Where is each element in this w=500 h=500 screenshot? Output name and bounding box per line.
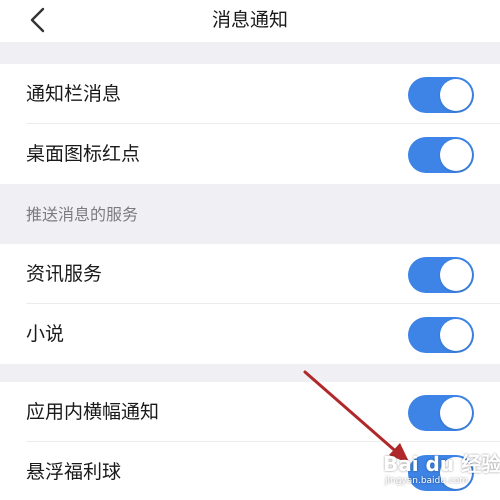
setting-row-desktop-badge: 桌面图标红点: [0, 124, 500, 184]
setting-label: 小说: [26, 323, 65, 345]
setting-label: 桌面图标红点: [26, 143, 141, 165]
toggle-knob: [440, 319, 472, 351]
setting-label: 应用内横幅通知: [26, 401, 160, 423]
chevron-left-icon: [30, 7, 45, 33]
back-button[interactable]: [22, 4, 54, 36]
watermark-logo: Bai du 经验: [383, 452, 500, 476]
setting-label: 资讯服务: [26, 263, 103, 285]
setting-label: 通知栏消息: [26, 83, 122, 105]
desktop-badge-toggle[interactable]: [408, 137, 474, 173]
notification-bar-toggle[interactable]: [408, 77, 474, 113]
watermark: Bai du 经验 jingyan.baidu.com: [383, 448, 500, 496]
news-service-toggle[interactable]: [408, 257, 474, 293]
page-title: 消息通知: [211, 9, 288, 31]
setting-row-news-service: 资讯服务: [0, 244, 500, 304]
navigation-bar: 消息通知: [0, 0, 500, 42]
watermark-url: jingyan.baidu.com: [385, 476, 469, 486]
toggle-knob: [440, 139, 472, 171]
push-section-header: 推送消息的服务: [0, 184, 500, 244]
toggle-knob: [440, 259, 472, 291]
novels-toggle[interactable]: [408, 317, 474, 353]
section-gap: [0, 364, 500, 382]
toggle-knob: [440, 79, 472, 111]
section-header-label: 推送消息的服务: [26, 205, 139, 224]
toggle-knob: [440, 397, 472, 429]
section-gap: [0, 42, 500, 64]
setting-row-in-app-banner: 应用内横幅通知: [0, 382, 500, 442]
notification-settings-screen: 消息通知 通知栏消息 桌面图标红点 推送消息的服务 资讯服务 小说 应用内横幅通…: [0, 0, 500, 500]
setting-row-novels: 小说: [0, 304, 500, 364]
setting-label: 悬浮福利球: [26, 461, 122, 483]
in-app-banner-toggle[interactable]: [408, 395, 474, 431]
setting-row-notification-bar: 通知栏消息: [0, 64, 500, 124]
